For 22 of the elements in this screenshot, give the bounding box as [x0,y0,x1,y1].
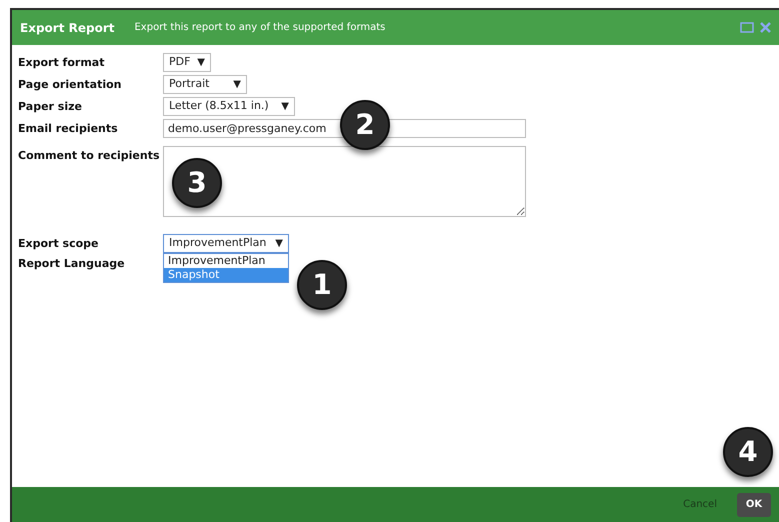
field-label: Report Language [18,256,126,272]
ok-button[interactable]: OK [737,492,771,516]
callout-badge: 3 [172,158,222,208]
field-label: Comment to recipients [18,148,160,164]
callout-badge: 1 [297,260,347,310]
dialog-title: Export Report [20,20,114,36]
callout-badge: 4 [723,427,773,477]
dropdown-option[interactable]: ImprovementPlan [164,254,288,268]
field-label: Email recipients [18,121,119,137]
field-label: Export format [18,55,106,71]
field-label: Export scope [18,236,100,252]
maximize-icon[interactable] [740,22,754,33]
select-field[interactable]: PDF ▼ [163,53,211,72]
select-field[interactable]: ImprovementPlan ▼ [163,234,289,253]
callout-badge: 2 [340,100,390,150]
select-field[interactable]: Letter (8.5x11 in.) ▼ [163,97,295,116]
field-label: Page orientation [18,77,122,93]
field-label: Paper size [18,99,83,115]
select-field[interactable]: Portrait ▼ [163,75,247,94]
comment-field[interactable] [163,146,526,217]
close-icon[interactable] [760,22,771,33]
dialog-subtitle: Export this report to any of the supported formats [134,21,386,35]
